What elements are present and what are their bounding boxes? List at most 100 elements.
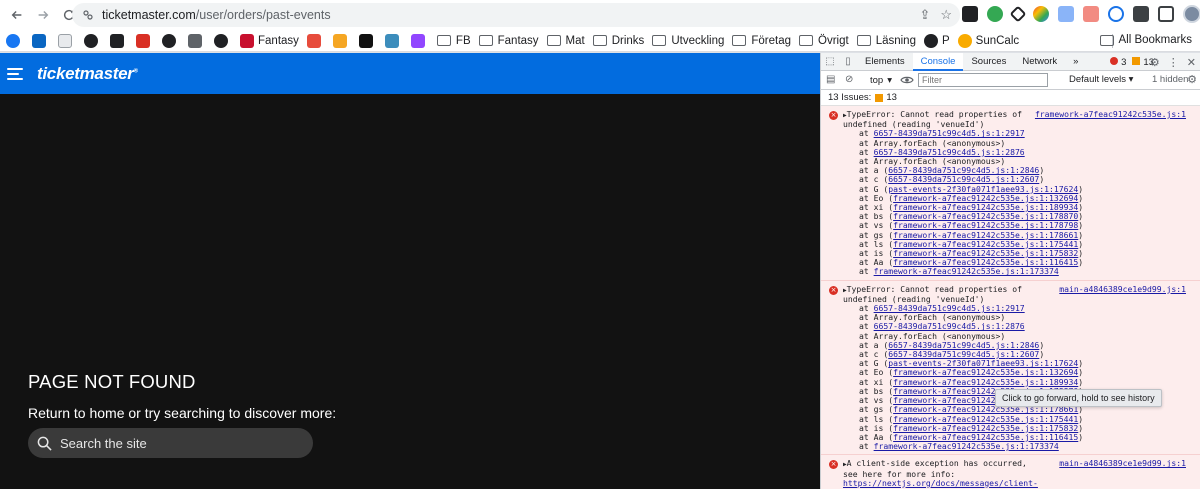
forward-button[interactable] <box>32 4 54 26</box>
folder-label: Utveckling <box>671 34 725 47</box>
close-icon[interactable]: ✕ <box>1187 56 1196 69</box>
bookmark-item[interactable] <box>410 33 429 48</box>
share-icon[interactable]: ⇪ <box>919 7 930 23</box>
bookmark-folder[interactable]: Drinks <box>592 34 645 47</box>
console-error-message[interactable]: × framework-a7feac91242c535e.js:1 ▶TypeErr… <box>821 106 1200 281</box>
eye-icon[interactable] <box>900 74 914 86</box>
folder-icon <box>856 35 871 46</box>
device-toolbar-icon[interactable]: ▯ <box>839 53 857 71</box>
stack-frame-link[interactable]: framework-a7feac91242c535e.js:1:173374 <box>874 441 1059 451</box>
bookmark-item[interactable] <box>110 33 128 48</box>
warning-icon <box>875 93 884 102</box>
bookmark-item[interactable]: SunCalc <box>957 33 1019 48</box>
folder-label: Mat <box>565 34 585 47</box>
extension-icon[interactable] <box>1058 6 1074 22</box>
clear-console-icon[interactable]: ⊘ <box>845 74 857 86</box>
console-error-message[interactable]: × main-a4846389ce1e9d99.js:1 ▶A client-sid… <box>821 455 1200 489</box>
site-info-icon[interactable] <box>82 9 94 21</box>
console-settings-icon[interactable]: ⚙ <box>1187 73 1197 86</box>
folder-icon <box>1099 34 1114 46</box>
tab-elements[interactable]: Elements <box>857 53 913 71</box>
issues-label: 13 Issues: <box>828 92 872 103</box>
site-logo[interactable]: ticketmaster® <box>37 64 138 84</box>
error-icon: × <box>829 285 838 295</box>
error-text: TypeError: Cannot read properties of und… <box>843 109 1027 130</box>
address-bar[interactable]: ticketmaster.com/user/orders/past-events… <box>72 3 960 27</box>
message-source-link[interactable]: main-a4846389ce1e9d99.js:1 <box>1059 459 1186 468</box>
bookmark-folder[interactable]: Läsning <box>856 34 916 47</box>
sidebar-toggle-icon[interactable]: ▤ <box>826 74 838 86</box>
all-bookmarks-button[interactable]: All Bookmarks <box>1099 34 1193 46</box>
extension-icon[interactable] <box>1033 6 1049 22</box>
folder-label: FB <box>455 34 471 47</box>
search-placeholder: Search the site <box>60 435 147 451</box>
tab-network[interactable]: Network <box>1014 53 1065 71</box>
menu-kebab-icon[interactable]: ⋮ <box>1168 56 1179 69</box>
bookmark-item[interactable] <box>358 33 377 48</box>
logo-text: ticketmaster <box>37 63 134 83</box>
bookmark-item[interactable] <box>58 33 76 48</box>
log-levels-dropdown[interactable]: Default levels ▾ <box>1069 74 1133 85</box>
more-tabs-icon[interactable]: » <box>1065 53 1086 71</box>
bookmark-item[interactable] <box>384 33 403 48</box>
back-button[interactable] <box>6 4 28 26</box>
folder-icon <box>732 35 747 46</box>
extension-icon[interactable] <box>962 6 978 22</box>
context-selector[interactable]: top ▾ <box>870 75 892 86</box>
bookmark-item[interactable] <box>162 33 180 48</box>
folder-label: Läsning <box>875 34 916 47</box>
bookmark-folder[interactable]: Övrigt <box>799 35 849 47</box>
bookmark-folder[interactable]: Mat <box>546 34 585 47</box>
hamburger-menu-icon[interactable] <box>7 67 23 80</box>
folder-label: Företag <box>751 34 792 47</box>
issue-badges[interactable]: 3 13 <box>1110 53 1154 71</box>
folder-label: Drinks <box>611 34 645 47</box>
extension-icon[interactable] <box>987 6 1003 22</box>
stack-frame-link[interactable]: framework-a7feac91242c535e.js:1:173374 <box>874 266 1059 276</box>
bookmark-item[interactable] <box>32 33 50 48</box>
bookmark-star-icon[interactable]: ☆ <box>940 7 952 23</box>
message-source-link[interactable]: framework-a7feac91242c535e.js:1 <box>1035 109 1186 119</box>
bookmark-item[interactable] <box>306 33 325 48</box>
inspect-element-icon[interactable]: ⬚ <box>821 53 839 71</box>
bookmark-item[interactable] <box>188 33 206 48</box>
bookmark-fantasy[interactable]: Fantasy <box>240 33 299 48</box>
tab-console[interactable]: Console <box>912 53 964 71</box>
bookmark-folder[interactable]: Fantasy <box>478 34 539 47</box>
bookmark-item[interactable] <box>84 33 102 48</box>
bookmark-item[interactable] <box>332 33 351 48</box>
extension-icon[interactable] <box>1083 6 1099 22</box>
browser-toolbar: ticketmaster.com/user/orders/past-events… <box>0 0 1200 30</box>
frame-prefix: at <box>859 441 874 452</box>
dropdown-arrow-icon: ▾ <box>887 74 892 86</box>
bookmark-folder[interactable]: Utveckling <box>652 35 724 47</box>
folder-icon <box>592 35 607 46</box>
bookmark-item[interactable] <box>214 33 232 48</box>
console-filter-input[interactable] <box>918 73 1048 87</box>
site-search-input[interactable]: Search the site <box>28 428 313 458</box>
side-panel-icon[interactable] <box>1158 6 1174 22</box>
frame-suffix: ) <box>1078 257 1084 268</box>
bookmark-item[interactable] <box>136 33 154 48</box>
issues-bar[interactable]: 13 Issues: 13 <box>821 90 1200 106</box>
console-error-message[interactable]: × main-a4846389ce1e9d99.js:1 ▶TypeError: C… <box>821 280 1200 456</box>
bookmark-folder[interactable]: Företag <box>732 35 791 47</box>
eyedropper-icon[interactable] <box>1009 5 1027 23</box>
puzzle-icon[interactable] <box>1133 6 1149 22</box>
profile-avatar[interactable] <box>1183 5 1200 23</box>
context-label: top <box>870 74 884 86</box>
all-bookmarks-label: All Bookmarks <box>1118 34 1193 46</box>
docs-link[interactable]: https://nextjs.org/docs/messages/client-… <box>843 478 1038 489</box>
error-badge[interactable]: 3 <box>1110 56 1126 68</box>
extension-icon[interactable] <box>1108 6 1124 22</box>
settings-gear-icon[interactable]: ⚙ <box>1150 56 1160 69</box>
twitch-icon <box>410 33 425 48</box>
facebook-icon <box>6 33 20 48</box>
folder-label: Fantasy <box>497 34 539 47</box>
error-icon <box>1110 56 1119 65</box>
message-source-link[interactable]: main-a4846389ce1e9d99.js:1 <box>1059 284 1186 294</box>
bookmark-item[interactable]: P <box>923 33 950 48</box>
tab-sources[interactable]: Sources <box>963 53 1014 71</box>
bookmark-item[interactable] <box>6 33 24 48</box>
bookmark-folder[interactable]: FB <box>436 34 471 47</box>
